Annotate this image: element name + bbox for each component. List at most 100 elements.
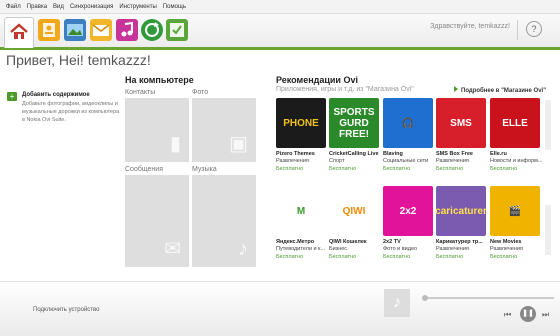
app-icon[interactable]: SMS — [436, 98, 486, 148]
app-icon[interactable]: ELLE — [490, 98, 540, 148]
app-card[interactable]: 🎧 Blaving Социальные сети Бесплатно — [383, 98, 435, 172]
app-category: Развлечения — [436, 246, 469, 252]
home-tab[interactable] — [4, 17, 34, 48]
app-icon[interactable]: QIWI — [329, 186, 379, 236]
help-icon[interactable]: ? — [526, 21, 542, 37]
add-content-title[interactable]: Добавить содержимое — [22, 92, 90, 98]
app-price: Бесплатно — [329, 254, 357, 260]
app-icon-art: M — [296, 205, 306, 217]
home-icon — [10, 23, 28, 39]
music-note-icon: ♪ — [238, 238, 248, 260]
sync-icon[interactable] — [141, 19, 163, 41]
app-name[interactable]: Яндекс.Метро — [276, 239, 328, 245]
messages-tile-label: Сообщения — [125, 166, 163, 173]
playback-progress[interactable] — [422, 295, 554, 301]
music-icon[interactable] — [116, 19, 138, 41]
app-name[interactable]: Elle.ru — [490, 151, 542, 157]
app-price: Бесплатно — [383, 166, 411, 172]
menu-tools[interactable]: Инструменты — [119, 4, 156, 10]
app-icon-art: 🎧 — [401, 117, 415, 129]
app-icon-art: caricaturer — [436, 205, 486, 217]
app-category: Развлечения — [490, 246, 523, 252]
previous-track-icon[interactable]: ⏮ — [504, 310, 511, 320]
app-price: Бесплатно — [329, 166, 357, 172]
ovi-title: Рекомендации Ovi — [276, 75, 358, 85]
user-greeting[interactable]: Здравствуйте, temkazzz! — [430, 23, 510, 30]
contacts-tile-label: Контакты — [125, 89, 156, 96]
app-icon[interactable]: 2x2 — [383, 186, 433, 236]
app-icon-art: ELLE — [502, 117, 528, 129]
app-card[interactable]: PHONE Pizero Themes Развлечения Бесплатно — [276, 98, 328, 172]
app-name[interactable]: SMS Box Free — [436, 151, 488, 157]
messages-icon[interactable] — [90, 19, 112, 41]
app-card[interactable]: 2x2 2x2 TV Фото и видео Бесплатно — [383, 186, 435, 260]
menu-file[interactable]: Файл — [6, 4, 21, 10]
tasks-icon[interactable] — [166, 19, 188, 41]
app-price: Бесплатно — [276, 166, 304, 172]
app-name[interactable]: CricketCalling Live — [329, 151, 381, 157]
app-icon-art: 2x2 — [399, 205, 417, 217]
scroll-left-row1[interactable] — [545, 100, 551, 150]
music-tile-label: Музыка — [192, 166, 217, 173]
app-category: Бизнес — [329, 246, 348, 252]
ovi-subtitle: Приложения, игры и т.д. из "Магазина Ovi… — [276, 86, 414, 93]
app-icon[interactable]: SPORTS GURD FREE! — [329, 98, 379, 148]
app-icon[interactable]: PHONE — [276, 98, 326, 148]
music-tile[interactable]: ♪ — [192, 175, 256, 267]
photos-tile-label: Фото — [192, 89, 209, 96]
menu-edit[interactable]: Правка — [27, 4, 47, 10]
app-name[interactable]: Blaving — [383, 151, 435, 157]
contacts-tile[interactable]: ▮ — [125, 98, 189, 162]
app-price: Бесплатно — [276, 254, 304, 260]
app-category: Путеводители и к... — [276, 246, 326, 252]
connect-device-link[interactable]: Подключить устройство — [33, 307, 100, 313]
app-icon-art: SPORTS GURD FREE! — [333, 106, 375, 140]
menu-sync[interactable]: Синхронизация — [70, 4, 113, 10]
app-name[interactable]: Pizero Themes — [276, 151, 328, 157]
envelope-icon: ✉ — [164, 238, 181, 260]
next-track-icon[interactable]: ⏭ — [542, 310, 549, 320]
app-price: Бесплатно — [383, 254, 411, 260]
scroll-left-row2[interactable] — [545, 205, 551, 255]
app-icon[interactable]: M — [276, 186, 326, 236]
app-icon[interactable]: caricaturer — [436, 186, 486, 236]
camera-icon: ▣ — [229, 133, 248, 155]
app-icon-art: 🎬 — [508, 205, 522, 217]
app-name[interactable]: Карикатурер тр... — [436, 239, 488, 245]
app-price: Бесплатно — [436, 254, 464, 260]
app-card[interactable]: caricaturer Карикатурер тр... Развлечения Б… — [436, 186, 488, 260]
messages-tile[interactable]: ✉ — [125, 175, 189, 267]
toolbar-divider — [517, 20, 518, 40]
contacts-icon[interactable] — [38, 19, 60, 41]
app-card[interactable]: QIWI QIWI Кошелек Бизнес Бесплатно — [329, 186, 381, 260]
photos-icon[interactable] — [64, 19, 86, 41]
photos-tile[interactable]: ▣ — [192, 98, 256, 162]
menu-view[interactable]: Вид — [53, 4, 64, 10]
ovi-more-label: Подробнее в "Магазине Ovi" — [461, 88, 547, 94]
app-category: Фото и видео — [383, 246, 418, 252]
ovi-more-link[interactable]: Подробнее в "Магазине Ovi" — [454, 86, 546, 94]
app-card[interactable]: SMS SMS Box Free Развлечения Бесплатно — [436, 98, 488, 172]
app-name[interactable]: QIWI Кошелек — [329, 239, 381, 245]
app-icon[interactable]: 🎧 — [383, 98, 433, 148]
app-price: Бесплатно — [436, 166, 464, 172]
app-card[interactable]: 🎬 New Movies Развлечения Бесплатно — [490, 186, 542, 260]
app-card[interactable]: ELLE Elle.ru Новости и информ... Бесплатно — [490, 98, 542, 172]
app-icon-art: SMS — [450, 117, 472, 129]
app-card[interactable]: SPORTS GURD FREE! CricketCalling Live Спор… — [329, 98, 381, 172]
arrow-right-icon — [454, 86, 458, 92]
app-icon-art: QIWI — [342, 205, 366, 217]
app-category: Развлечения — [276, 158, 309, 164]
add-content-description: Добавьте фотографии, видеоклипы и музыка… — [22, 101, 120, 123]
app-icon[interactable]: 🎬 — [490, 186, 540, 236]
app-name[interactable]: New Movies — [490, 239, 542, 245]
app-name[interactable]: 2x2 TV — [383, 239, 435, 245]
progress-knob[interactable] — [422, 295, 428, 301]
pause-icon[interactable]: ❚❚ — [520, 306, 536, 322]
menu-help[interactable]: Помощь — [163, 4, 186, 10]
app-price: Бесплатно — [490, 254, 518, 260]
menu-bar: Файл Правка Вид Синхронизация Инструмент… — [0, 0, 560, 14]
app-category: Спорт — [329, 158, 345, 164]
app-card[interactable]: M Яндекс.Метро Путеводители и к... Бесплатн… — [276, 186, 328, 260]
on-computer-title: На компьютере — [125, 75, 194, 85]
